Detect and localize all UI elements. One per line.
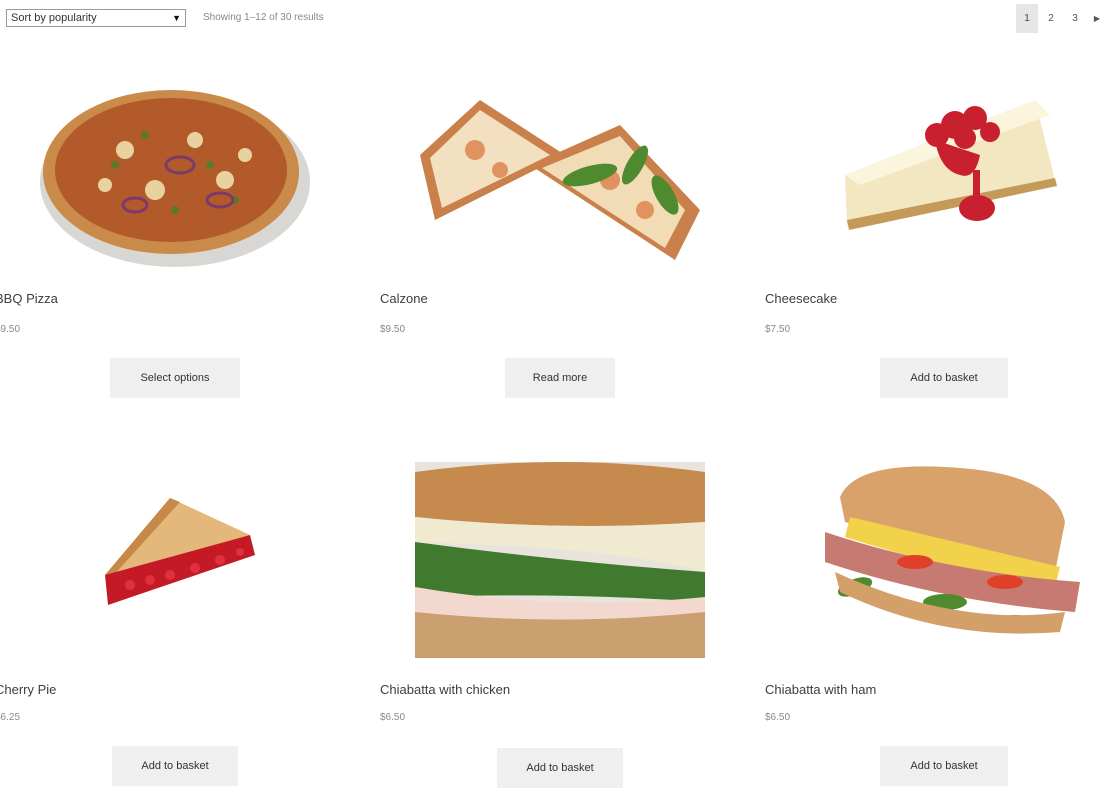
product-price: $9.50: [380, 324, 406, 335]
add-to-basket-button[interactable]: Add to basket: [497, 748, 623, 788]
product-price: $6.50: [380, 712, 406, 723]
next-page-button[interactable]: ▶: [1088, 4, 1106, 33]
sort-select[interactable]: Sort by popularity ▼: [6, 9, 186, 27]
product-title[interactable]: Cheesecake: [765, 291, 1112, 306]
cherry-pie-image[interactable]: [0, 480, 360, 630]
add-to-basket-button[interactable]: Add to basket: [880, 358, 1008, 398]
read-more-button[interactable]: Read more: [505, 358, 615, 398]
product-price: $6.25: [0, 712, 21, 723]
bbq-pizza-image[interactable]: [0, 70, 355, 270]
page-2-button[interactable]: 2: [1040, 4, 1062, 33]
chiabatta-chicken-image[interactable]: [415, 462, 705, 658]
product-price: $9.50: [0, 324, 21, 335]
chiabatta-ham-image[interactable]: [765, 462, 1112, 658]
triangle-down-icon: ▼: [172, 13, 181, 23]
product-title[interactable]: BBQ Pizza: [0, 291, 355, 306]
page-1-button[interactable]: 1: [1016, 4, 1038, 33]
add-to-basket-button[interactable]: Add to basket: [880, 746, 1008, 786]
product-price: $6.50: [765, 712, 791, 723]
page-3-button[interactable]: 3: [1064, 4, 1086, 33]
cheesecake-image[interactable]: [765, 80, 1112, 260]
product-title[interactable]: Chiabatta with ham: [765, 682, 1112, 697]
select-options-button[interactable]: Select options: [110, 358, 240, 398]
triangle-right-icon: ▶: [1093, 14, 1101, 23]
pagination: 1 2 3 ▶: [1014, 4, 1106, 33]
result-count: Showing 1–12 of 30 results: [203, 12, 324, 23]
product-title[interactable]: Cherry Pie: [0, 682, 355, 697]
product-price: $7.50: [765, 324, 791, 335]
calzone-image[interactable]: [380, 80, 740, 270]
add-to-basket-button[interactable]: Add to basket: [112, 746, 238, 786]
product-title[interactable]: Chiabatta with chicken: [380, 682, 740, 697]
product-title[interactable]: Calzone: [380, 291, 740, 306]
sort-select-label: Sort by popularity: [11, 12, 97, 24]
